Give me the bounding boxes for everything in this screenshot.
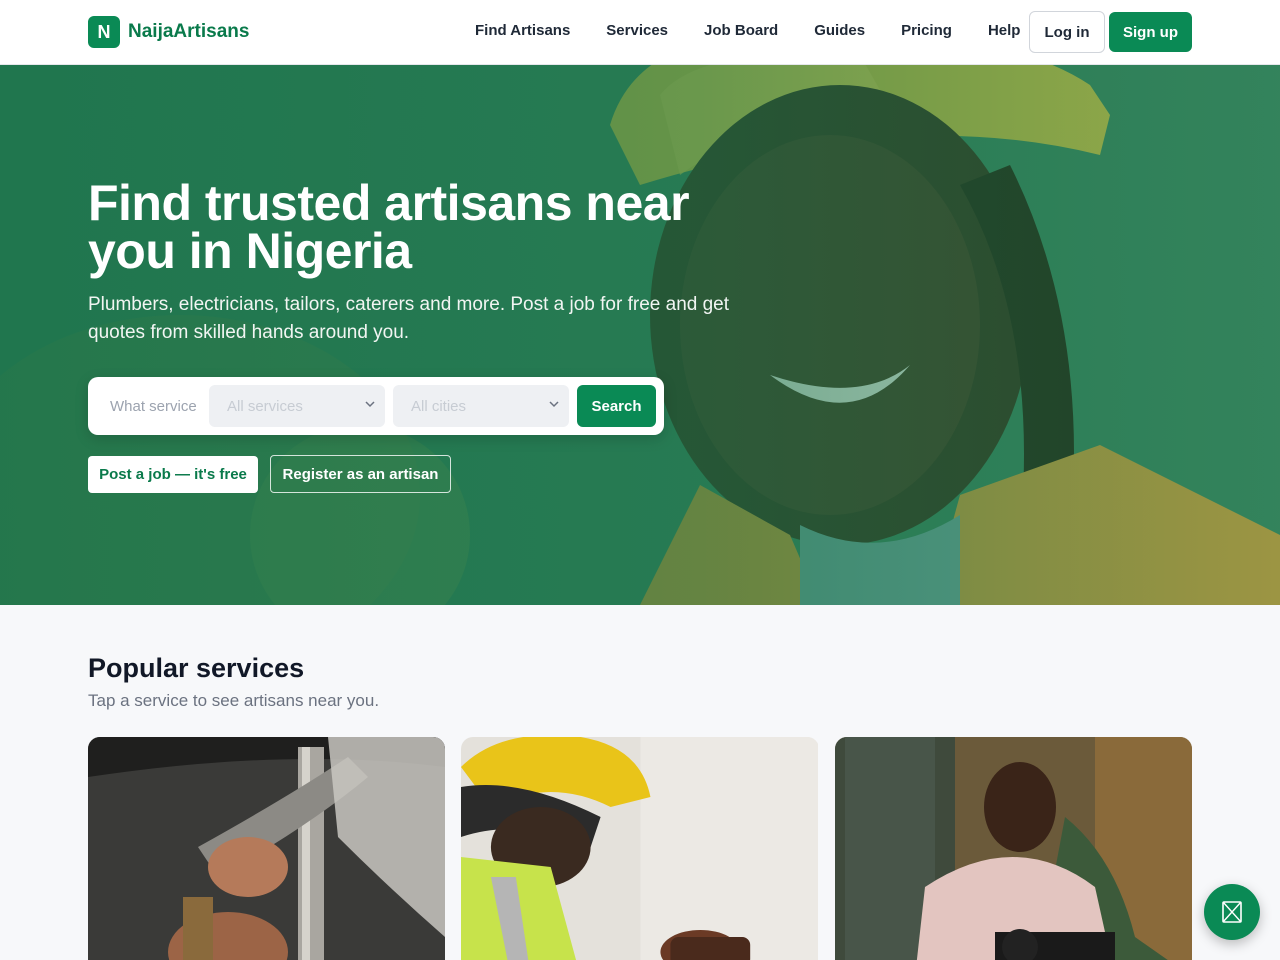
city-select[interactable]: All cities: [393, 385, 569, 427]
site-header: N NaijaArtisans Find Artisans Services J…: [0, 0, 1280, 65]
nav-job-board[interactable]: Job Board: [704, 22, 778, 39]
post-job-button[interactable]: Post a job — it's free: [88, 456, 258, 493]
chevron-down-icon: [365, 401, 375, 408]
chevron-down-icon: [549, 401, 559, 408]
nav-services[interactable]: Services: [606, 22, 668, 39]
service-search-input[interactable]: [98, 385, 200, 427]
chat-icon: [1222, 901, 1242, 923]
service-select[interactable]: All services: [209, 385, 385, 427]
hero-section: Find trusted artisans near you in Nigeri…: [0, 65, 1280, 605]
login-button[interactable]: Log in: [1029, 11, 1105, 53]
nav-find-artisans[interactable]: Find Artisans: [475, 22, 570, 39]
hero-title: Find trusted artisans near you in Nigeri…: [88, 175, 690, 279]
logo-text: NaijaArtisans: [128, 21, 250, 42]
nav-guides[interactable]: Guides: [814, 22, 865, 39]
logo[interactable]: N NaijaArtisans: [88, 16, 249, 48]
main-nav: Find Artisans Services Job Board Guides …: [475, 22, 1020, 39]
tailor-photo: [835, 737, 1192, 960]
register-artisan-button[interactable]: Register as an artisan: [270, 455, 451, 493]
section-subtitle: Tap a service to see artisans near you.: [88, 691, 380, 710]
service-card-electrical[interactable]: [461, 737, 819, 960]
plumber-photo: [88, 737, 445, 960]
service-select-value: All services: [227, 397, 303, 415]
city-select-value: All cities: [411, 397, 467, 415]
signup-button[interactable]: Sign up: [1109, 12, 1192, 52]
chat-button[interactable]: [1204, 884, 1260, 940]
electrician-photo: [461, 737, 818, 960]
section-title: Popular services: [88, 653, 305, 683]
logo-mark: N: [88, 16, 120, 48]
hero-subtitle: Plumbers, electricians, tailors, caterer…: [88, 294, 730, 343]
service-card-tailoring[interactable]: [835, 737, 1192, 960]
search-bar: All services All cities Search: [88, 377, 664, 435]
search-button[interactable]: Search: [577, 385, 656, 427]
nav-help[interactable]: Help: [988, 22, 1021, 39]
service-card-plumbing[interactable]: [88, 737, 445, 960]
nav-pricing[interactable]: Pricing: [901, 22, 952, 39]
